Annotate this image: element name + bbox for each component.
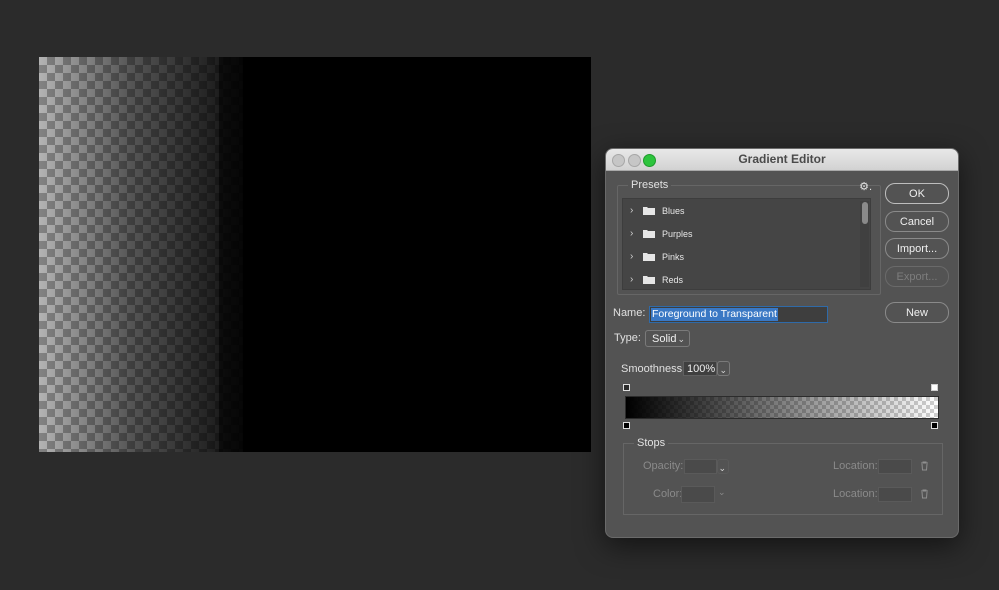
- chevron-down-icon: ⌄: [718, 460, 726, 476]
- presets-label: Presets: [628, 179, 671, 191]
- gradient-overlay: [626, 397, 938, 418]
- gradient-editor-dialog: Gradient Editor Presets ⚙. › Blues › Pur…: [605, 148, 959, 538]
- opacity-stop-left[interactable]: [623, 384, 630, 391]
- type-select-value: Solid: [652, 331, 676, 347]
- new-button[interactable]: New: [885, 302, 949, 323]
- preset-folder-label: Reds: [662, 275, 683, 285]
- type-label: Type:: [614, 332, 641, 344]
- cancel-button[interactable]: Cancel: [885, 211, 949, 232]
- gradient-preview-bar[interactable]: [625, 396, 939, 419]
- stops-group: Stops Opacity: ⌄ Location: Color: ⌄ Loca…: [623, 443, 943, 515]
- import-button[interactable]: Import...: [885, 238, 949, 259]
- stop-color-swatch[interactable]: [681, 486, 715, 503]
- color-location-input[interactable]: [878, 487, 912, 502]
- preset-folder-purples[interactable]: › Purples: [623, 223, 857, 245]
- color-label: Color:: [653, 488, 682, 500]
- presets-scroll-thumb[interactable]: [862, 202, 868, 224]
- preset-folder-label: Blues: [662, 206, 685, 216]
- document-canvas[interactable]: [39, 57, 591, 452]
- opacity-stop-right[interactable]: [931, 384, 938, 391]
- gradient-edge: [219, 57, 243, 452]
- ok-button[interactable]: OK: [885, 183, 949, 204]
- opacity-location-label: Location:: [833, 460, 878, 472]
- folder-icon: [643, 229, 655, 238]
- preset-folder-pinks[interactable]: › Pinks: [623, 246, 857, 268]
- chevron-right-icon[interactable]: ›: [630, 274, 633, 285]
- folder-icon: [643, 275, 655, 284]
- color-stop-left[interactable]: [623, 422, 630, 429]
- presets-list[interactable]: › Blues › Purples › Pinks › Reds: [622, 198, 871, 290]
- delete-color-stop-trash-icon[interactable]: [920, 489, 929, 499]
- presets-gear-icon[interactable]: ⚙.: [859, 180, 872, 193]
- chevron-right-icon[interactable]: ›: [630, 205, 633, 216]
- color-stop-right[interactable]: [931, 422, 938, 429]
- preset-folder-label: Pinks: [662, 252, 684, 262]
- stop-opacity-input[interactable]: [684, 459, 717, 474]
- name-field-value: Foreground to Transparent: [651, 308, 778, 321]
- preset-folder-blues[interactable]: › Blues: [623, 200, 857, 222]
- chevron-down-icon: ⌄: [719, 362, 727, 378]
- chevron-down-icon: ⌄: [677, 331, 685, 347]
- stops-label: Stops: [634, 437, 668, 449]
- dialog-title: Gradient Editor: [606, 149, 958, 170]
- presets-group: Presets ⚙. › Blues › Purples › Pinks › R…: [617, 185, 881, 295]
- title-bar[interactable]: Gradient Editor: [606, 149, 958, 171]
- stop-opacity-dropdown[interactable]: ⌄: [717, 459, 729, 474]
- smoothness-label: Smoothness:: [621, 363, 685, 375]
- folder-icon: [643, 252, 655, 261]
- opacity-label: Opacity:: [643, 460, 683, 472]
- chevron-right-icon[interactable]: ›: [630, 228, 633, 239]
- folder-icon: [643, 206, 655, 215]
- smoothness-input[interactable]: 100%: [683, 361, 717, 376]
- opacity-location-input[interactable]: [878, 459, 912, 474]
- color-location-label: Location:: [833, 488, 878, 500]
- type-select[interactable]: Solid ⌄: [645, 330, 690, 347]
- smoothness-value: 100%: [687, 363, 715, 375]
- chevron-right-icon[interactable]: ›: [630, 251, 633, 262]
- name-label: Name:: [613, 307, 645, 319]
- chevron-down-icon[interactable]: ⌄: [718, 487, 726, 498]
- preset-folder-label: Purples: [662, 229, 693, 239]
- preset-folder-reds[interactable]: › Reds: [623, 269, 857, 290]
- export-button[interactable]: Export...: [885, 266, 949, 287]
- delete-opacity-stop-trash-icon[interactable]: [920, 461, 929, 471]
- smoothness-dropdown[interactable]: ⌄: [717, 361, 730, 376]
- name-field[interactable]: Foreground to Transparent: [649, 306, 828, 323]
- gradient-fill: [39, 57, 243, 452]
